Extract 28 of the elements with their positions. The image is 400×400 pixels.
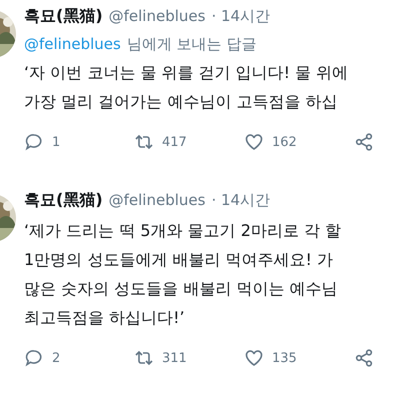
like-count: 135 (272, 350, 297, 366)
tweet-text-line: 1만명의 성도들에게 배불리 먹여주세요! 가 (24, 249, 334, 271)
like-count: 162 (272, 134, 297, 150)
reply-count: 2 (52, 350, 60, 366)
mention-link[interactable]: @felineblues (24, 35, 121, 53)
author-name[interactable]: 흑묘(黑猫) (24, 190, 103, 211)
retweet-count: 311 (162, 350, 187, 366)
tweet-text-line: 최고득점을 하십니다!’ (24, 307, 186, 329)
tweet-text-line: ‘제가 드리는 떡 5개와 물고기 2마리로 각 할 (24, 220, 342, 242)
retweet-icon[interactable] (134, 348, 154, 368)
comment-icon[interactable] (24, 132, 44, 152)
author-name[interactable]: 흑묘(黑猫) (24, 6, 103, 27)
tweet-text-line: 가장 멀리 걸어가는 예수님이 고득점을 하십 (24, 91, 338, 113)
comment-icon[interactable] (24, 348, 44, 368)
tweet-time: · 14시간 (211, 191, 270, 210)
tweet-time: · 14시간 (211, 7, 270, 26)
author-handle[interactable]: @felineblues (108, 7, 206, 25)
heart-icon[interactable] (244, 132, 264, 152)
retweet-count: 417 (162, 134, 187, 150)
share-icon[interactable] (354, 132, 374, 152)
share-icon[interactable] (354, 348, 374, 368)
reply-count: 1 (52, 134, 60, 150)
author-handle[interactable]: @felineblues (108, 191, 206, 209)
reply-label: 님에게 보내는 답글 (126, 34, 256, 54)
tweet-text-line: 많은 숫자의 성도들을 배불리 먹이는 예수님 (24, 278, 338, 300)
tweet-text-line: ‘자 이번 코너는 물 위를 걷기 입니다! 물 위에 (24, 62, 350, 84)
retweet-icon[interactable] (134, 132, 154, 152)
heart-icon[interactable] (244, 348, 264, 368)
